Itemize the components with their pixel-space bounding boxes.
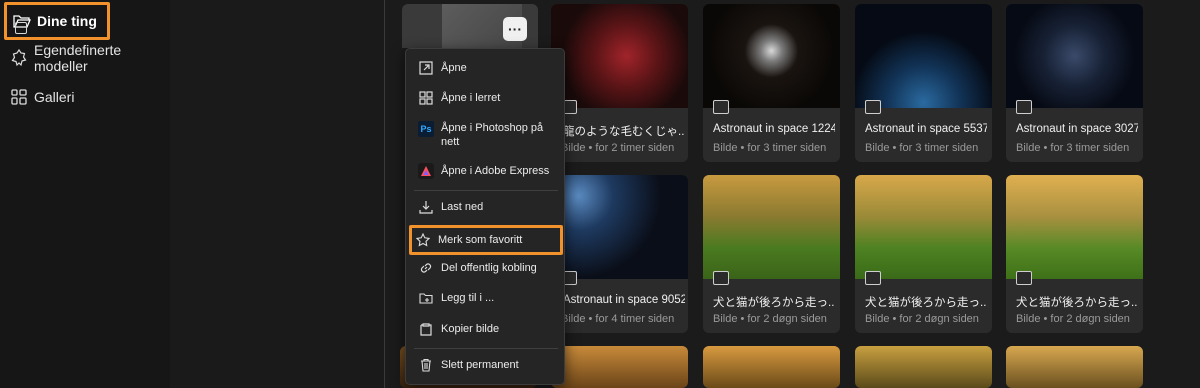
card-title: 犬と猫が後ろから走っ... <box>865 297 987 309</box>
image-type-icon <box>865 271 881 285</box>
thumbnail <box>551 175 688 279</box>
thumbnail <box>855 175 992 279</box>
card-meta: Bilde • for 2 døgn siden <box>1016 313 1130 325</box>
image-type-icon <box>865 100 881 114</box>
thumbnail <box>703 346 840 388</box>
image-type-icon <box>1016 271 1032 285</box>
image-type-icon <box>713 271 729 285</box>
card-title: Astronaut in space 30278... <box>1016 123 1138 135</box>
thumbnail <box>703 4 840 108</box>
sidebar-item-label: Galleri <box>34 89 75 105</box>
thumbnail <box>1006 175 1143 279</box>
open-external-icon <box>418 60 434 76</box>
card-row3-3[interactable] <box>855 346 992 388</box>
thumbnail <box>551 346 688 388</box>
card-dragon[interactable]: 龍のような毛むくじゃ... Bilde • for 2 timer siden <box>551 4 688 162</box>
thumbnail <box>855 346 992 388</box>
sidebar: Dine ting Egendefinerte modeller Galleri <box>0 0 170 388</box>
add-to-folder-icon <box>418 290 434 306</box>
card-title: 犬と猫が後ろから走っ... <box>1016 297 1138 309</box>
empty-panel <box>170 0 385 388</box>
link-icon <box>418 260 434 276</box>
gallery-grid-icon <box>10 88 28 106</box>
menu-item-label: Last ned <box>441 201 484 213</box>
menu-item-label: Kopier bilde <box>441 323 500 335</box>
card-row3-4[interactable] <box>1006 346 1143 388</box>
card-row3-2[interactable] <box>703 346 840 388</box>
card-meta: Bilde • for 4 timer siden <box>561 313 675 325</box>
menu-item-label: Åpne i Adobe Express <box>441 165 550 177</box>
custom-models-icon <box>10 49 28 67</box>
star-icon <box>415 232 431 248</box>
card-row3-1[interactable] <box>551 346 688 388</box>
menu-item-delete[interactable]: Slett permanent <box>412 356 560 374</box>
card-meta: Bilde • for 2 døgn siden <box>713 313 827 325</box>
trash-icon <box>418 357 434 373</box>
card-dog-cat-1[interactable]: 犬と猫が後ろから走っ... Bilde • for 2 døgn siden <box>703 175 840 333</box>
card-meta: Bilde • for 3 timer siden <box>1016 142 1130 154</box>
menu-item-mark-favorite[interactable]: Merk som favoritt <box>409 225 563 255</box>
thumbnail <box>1006 346 1143 388</box>
clipboard-icon <box>418 321 434 337</box>
card-meta: Bilde • for 3 timer siden <box>713 142 827 154</box>
thumbnail <box>855 4 992 108</box>
menu-item-open-express[interactable]: Åpne i Adobe Express <box>412 162 560 180</box>
card-title: Astronaut in space 9052... <box>563 294 685 306</box>
menu-item-download[interactable]: Last ned <box>412 198 560 216</box>
card-meta: Bilde • for 2 døgn siden <box>865 313 979 325</box>
photoshop-icon: Ps <box>418 121 434 137</box>
menu-item-share-link[interactable]: Del offentlig kobling <box>412 259 560 277</box>
card-dog-cat-2[interactable]: 犬と猫が後ろから走っ... Bilde • for 2 døgn siden <box>855 175 992 333</box>
sidebar-item-label: Dine ting <box>37 13 97 29</box>
thumbnail <box>703 175 840 279</box>
card-meta: Bilde • for 3 timer siden <box>865 142 979 154</box>
menu-separator <box>414 348 558 349</box>
card-dog-cat-3[interactable]: 犬と猫が後ろから走っ... Bilde • for 2 døgn siden <box>1006 175 1143 333</box>
download-icon <box>418 199 434 215</box>
menu-item-label: Merk som favoritt <box>438 234 523 246</box>
menu-item-open[interactable]: Åpne <box>412 59 560 77</box>
menu-item-label: Åpne i lerret <box>441 92 501 104</box>
menu-separator <box>414 190 558 191</box>
sidebar-item-galleri[interactable]: Galleri <box>4 80 74 114</box>
canvas-icon <box>418 90 434 106</box>
card-title: 犬と猫が後ろから走っ... <box>713 297 835 309</box>
card-title: Astronaut in space 122411... <box>713 123 835 135</box>
thumbnail <box>551 4 688 108</box>
menu-item-open-photoshop[interactable]: Ps Åpne i Photoshop på nett <box>412 121 560 149</box>
context-menu: Åpne Åpne i lerret Ps Åpne i Photoshop p… <box>405 48 565 385</box>
adobe-express-icon <box>418 163 434 179</box>
menu-item-copy-image[interactable]: Kopier bilde <box>412 320 560 338</box>
card-title: Astronaut in space 55377... <box>865 123 987 135</box>
sidebar-item-egendefinerte-modeller[interactable]: Egendefinerte modeller <box>4 41 170 75</box>
menu-item-label: Åpne i Photoshop på nett <box>441 122 544 148</box>
menu-item-open-canvas[interactable]: Åpne i lerret <box>412 89 560 107</box>
more-options-button[interactable]: ··· <box>503 17 527 41</box>
image-type-icon <box>713 100 729 114</box>
menu-item-label: Legg til i ... <box>441 292 495 304</box>
card-astronaut-3[interactable]: Astronaut in space 30278... Bilde • for … <box>1006 4 1143 162</box>
menu-item-label: Åpne <box>441 62 467 74</box>
menu-item-add-to[interactable]: Legg til i ... <box>412 289 560 307</box>
sidebar-item-label: Egendefinerte modeller <box>34 42 122 74</box>
menu-item-label: Slett permanent <box>441 359 519 371</box>
card-astronaut-1[interactable]: Astronaut in space 122411... Bilde • for… <box>703 4 840 162</box>
card-title: 龍のような毛むくじゃ... <box>563 126 685 138</box>
image-type-icon <box>1016 100 1032 114</box>
card-meta: Bilde • for 2 timer siden <box>561 142 675 154</box>
sidebar-item-dine-ting[interactable]: Dine ting <box>4 2 110 40</box>
card-astronaut-4[interactable]: Astronaut in space 9052... Bilde • for 4… <box>551 175 688 333</box>
thumbnail <box>1006 4 1143 108</box>
card-astronaut-2[interactable]: Astronaut in space 55377... Bilde • for … <box>855 4 992 162</box>
menu-item-label: Del offentlig kobling <box>441 262 537 274</box>
select-checkbox[interactable] <box>15 22 27 34</box>
